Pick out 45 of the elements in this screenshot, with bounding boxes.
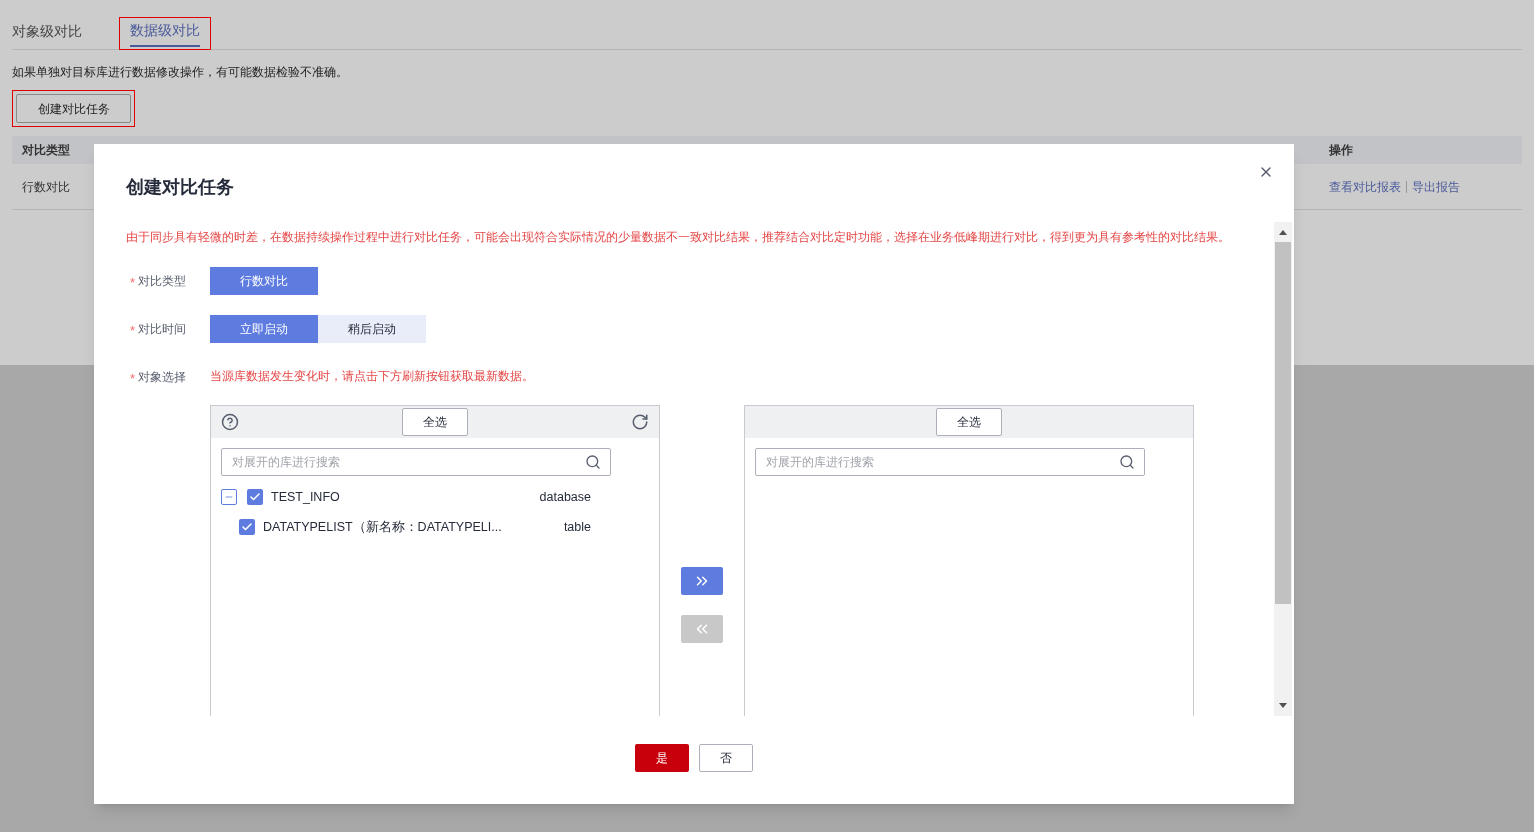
scrollbar-thumb[interactable]	[1275, 242, 1291, 604]
search-icon[interactable]	[1119, 454, 1135, 470]
option-button[interactable]: 立即启动	[210, 315, 318, 343]
required-mark: *	[130, 273, 136, 292]
check-icon	[249, 491, 261, 503]
field-label: 对比时间	[138, 321, 187, 338]
create-task-button[interactable]: 创建对比任务	[16, 94, 131, 123]
search-field[interactable]: 对展开的库进行搜索	[221, 448, 611, 476]
field-label: 对象选择	[138, 369, 187, 386]
scroll-down-icon[interactable]	[1279, 703, 1287, 708]
table-cell-text: 行数对比	[21, 178, 71, 196]
option-button[interactable]: 稍后启动	[318, 315, 426, 343]
option-button[interactable]: 行数对比	[210, 267, 318, 295]
dialog-title: 创建对比任务	[126, 175, 234, 199]
move-right-button[interactable]	[681, 567, 723, 595]
notice-text: 如果单独对目标库进行数据修改操作，有可能数据检验不准确。	[12, 64, 349, 81]
scrollbar[interactable]	[1274, 222, 1292, 716]
hint-text: 当源库数据发生变化时，请点击下方刷新按钮获取最新数据。	[210, 368, 535, 385]
search-icon[interactable]	[585, 454, 601, 470]
confirm-button[interactable]: 是	[635, 744, 689, 772]
help-icon[interactable]	[221, 413, 239, 431]
tree-item-label: TEST_INFO	[271, 488, 340, 506]
tree-item-label: DATATYPELIST（新名称：DATATYPELI...	[263, 518, 502, 536]
select-all-button[interactable]: 全选	[936, 408, 1002, 436]
check-icon	[241, 521, 253, 533]
collapse-icon[interactable]	[221, 489, 237, 505]
tab[interactable]: 数据级对比	[120, 18, 210, 49]
tree-item-type: database	[538, 488, 591, 506]
scroll-up-icon[interactable]	[1279, 230, 1287, 235]
field-label: 对比类型	[138, 273, 187, 290]
column-header: 对比类型	[21, 142, 71, 159]
tree-item-type: table	[562, 518, 591, 536]
refresh-icon[interactable]	[631, 413, 649, 431]
action-link[interactable]: 导出报告	[1412, 177, 1460, 196]
checkbox[interactable]	[239, 519, 255, 535]
action-link[interactable]: 查看对比报表	[1329, 177, 1401, 196]
required-mark: *	[130, 369, 136, 388]
required-mark: *	[130, 321, 136, 340]
select-all-button[interactable]: 全选	[402, 408, 468, 436]
tab[interactable]: 对象级对比	[2, 18, 92, 49]
cancel-button[interactable]: 否	[699, 744, 753, 772]
column-header: 操作	[1328, 142, 1354, 159]
search-field[interactable]: 对展开的库进行搜索	[755, 448, 1145, 476]
warning-text: 由于同步具有轻微的时差，在数据持续操作过程中进行对比任务，可能会出现符合实际情况的少量数据不一致对比结果，推荐结合对比定时功能，选择在业务低峰期进行对比，得到更为具有参考性的对比结果。	[126, 229, 1231, 246]
checkbox[interactable]	[247, 489, 263, 505]
